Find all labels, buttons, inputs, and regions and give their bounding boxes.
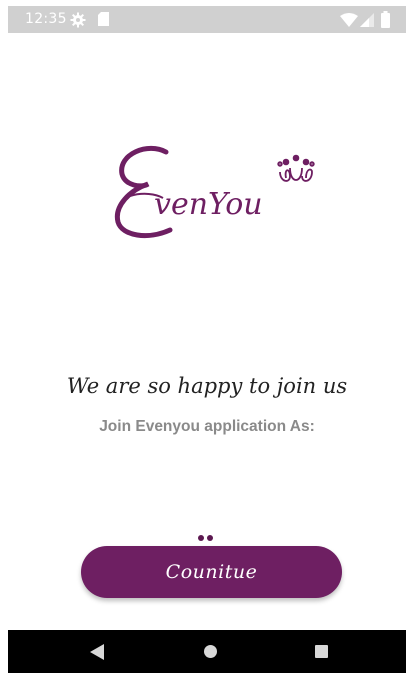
sd-card-icon (98, 12, 109, 26)
status-bar: 12:35 (8, 6, 406, 33)
status-time: 12:35 (25, 11, 67, 27)
page-dot (207, 535, 213, 541)
people-crown-icon (277, 154, 315, 182)
evenyou-logo: venYou (114, 145, 315, 238)
signal-icon (360, 13, 374, 27)
welcome-subtitle: Join Evenyou application As: (99, 418, 315, 435)
home-icon[interactable] (204, 645, 217, 658)
welcome-headline: We are so happy to join us (66, 374, 348, 398)
battery-icon (381, 11, 390, 28)
page-indicator (198, 528, 220, 541)
back-icon[interactable] (90, 644, 104, 660)
gear-icon (70, 12, 86, 28)
wifi-icon (340, 13, 358, 27)
app-screen: 12:35 venYou We are so happy to join us … (8, 6, 406, 673)
continue-button[interactable]: Counitue (81, 546, 342, 598)
navigation-bar (8, 630, 406, 673)
page-dot (198, 535, 204, 541)
recents-icon[interactable] (315, 645, 328, 658)
svg-text:venYou: venYou (154, 187, 263, 222)
